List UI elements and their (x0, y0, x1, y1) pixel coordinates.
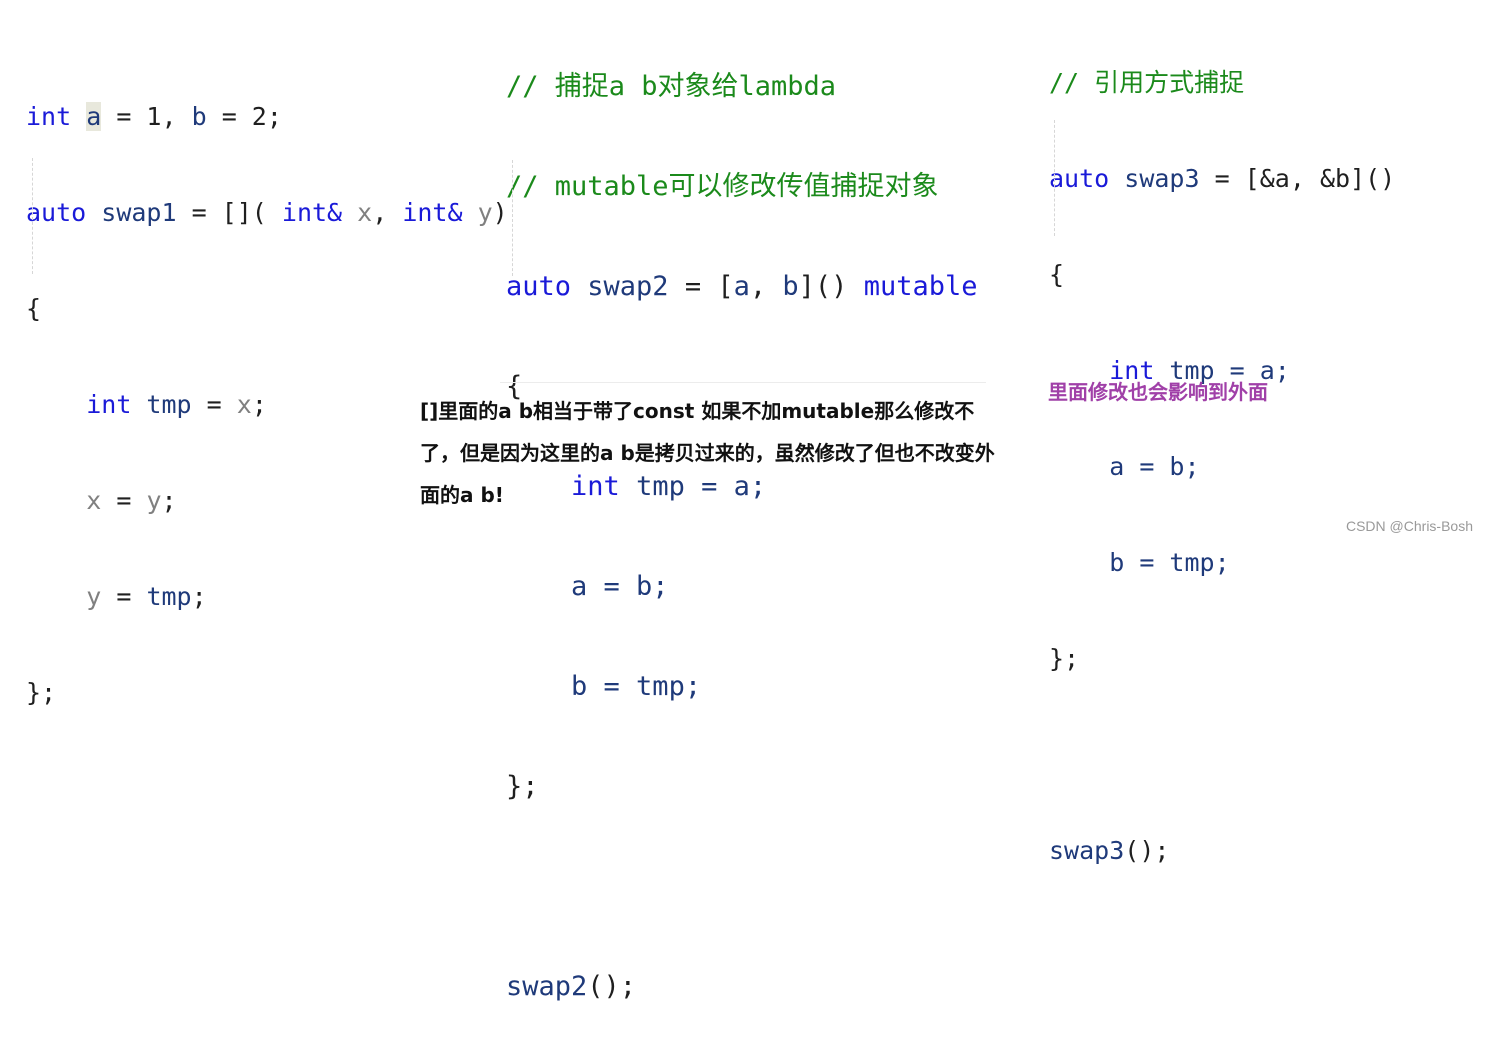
reference-explanation-note: 里面修改也会影响到外面 (1048, 380, 1268, 404)
code-line: }; (506, 771, 539, 802)
code-line: int a = 1, b = 2; (26, 102, 282, 131)
code-line: swap3(); (1049, 836, 1170, 865)
watermark: CSDN @Chris-Bosh (1345, 518, 1473, 534)
code-line: auto swap2 = [a, b]() mutable (506, 271, 978, 302)
indent-guide (1054, 120, 1055, 236)
indent-guide (32, 158, 33, 274)
code-line: a = b; (1109, 452, 1200, 481)
code-line: a = b; (571, 571, 669, 602)
code-line: b = tmp; (1109, 548, 1230, 577)
code-panel-swap2: // 捕捉a b对象给lambda // mutable可以修改传值捕捉对象 a… (506, 6, 977, 1037)
code-comment: // mutable可以修改传值捕捉对象 (506, 171, 939, 202)
code-line: swap2(); (506, 971, 637, 1002)
code-line: b = tmp; (571, 671, 702, 702)
code-line: { (26, 294, 42, 323)
indent-guide (512, 160, 513, 276)
mutable-explanation-note: []里面的a b相当于带了const 如果不加mutable那么修改不了，但是因… (420, 399, 995, 507)
code-line: }; (26, 678, 57, 707)
divider (500, 382, 986, 383)
code-comment: // 捕捉a b对象给lambda (506, 71, 837, 102)
code-line: { (1049, 260, 1065, 289)
code-panel-swap3: // 引用方式捕捉 auto swap3 = [&a, &b]() { int … (1049, 6, 1395, 899)
code-line: y = tmp; (86, 582, 207, 611)
code-line: auto swap1 = []( int& x, int& y) (26, 198, 508, 227)
code-comment: // 引用方式捕捉 (1049, 68, 1245, 97)
code-line: }; (1049, 644, 1080, 673)
code-line: auto swap3 = [&a, &b]() (1049, 164, 1396, 193)
